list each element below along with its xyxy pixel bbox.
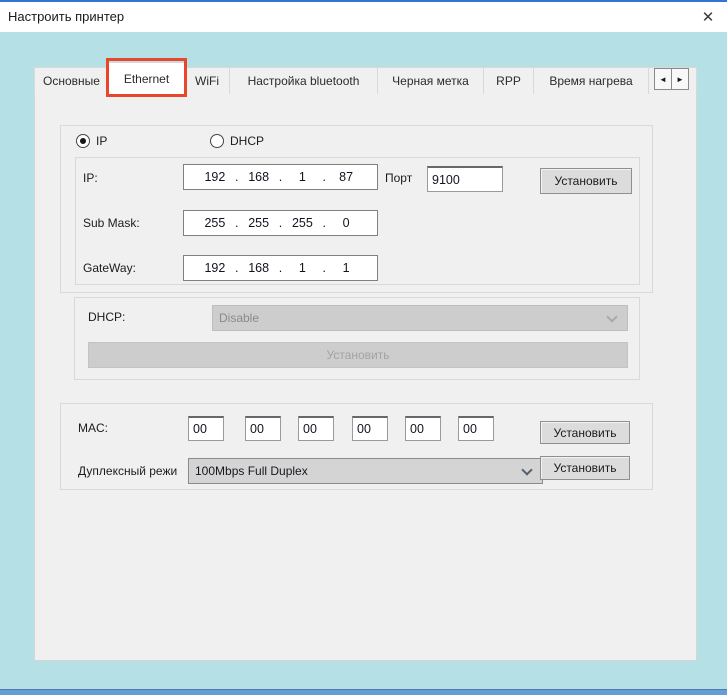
dhcp-radio-label: DHCP <box>230 134 264 148</box>
set-mac-button[interactable]: Установить <box>540 421 630 444</box>
arrow-left-icon: ◄ <box>659 75 667 84</box>
mac-byte-input-4[interactable] <box>352 416 388 441</box>
gateway-octet-3[interactable]: 1 <box>284 261 322 275</box>
submask-octet-4[interactable]: 0 <box>327 216 365 230</box>
ip-label: IP: <box>83 171 98 185</box>
ip-address-input[interactable]: 192 . 168 . 1 . 87 <box>183 164 378 190</box>
duplex-mode-label: Дуплексный режи <box>78 464 187 478</box>
tab-black-mark[interactable]: Черная метка <box>377 67 484 94</box>
dhcp-dropdown-value: Disable <box>219 311 259 325</box>
close-button[interactable]: ✕ <box>693 2 723 32</box>
chevron-down-icon <box>521 464 532 475</box>
printer-settings-dialog: Настроить принтер ✕ Основные Ethernet Wi… <box>0 0 727 695</box>
arrow-right-icon: ► <box>676 75 684 84</box>
set-dhcp-button-disabled: Установить <box>88 342 628 368</box>
submask-input[interactable]: 255 . 255 . 255 . 0 <box>183 210 378 236</box>
chevron-down-icon <box>606 311 617 322</box>
radio-selected-icon <box>76 134 90 148</box>
tab-rpp[interactable]: RPP <box>483 67 534 94</box>
tab-ethernet[interactable]: Ethernet <box>108 62 185 95</box>
close-icon: ✕ <box>702 8 715 26</box>
mac-byte-input-6[interactable] <box>458 416 494 441</box>
duplex-mode-dropdown[interactable]: 100Mbps Full Duplex <box>188 458 543 484</box>
tab-osnovnye[interactable]: Основные <box>34 67 109 94</box>
radio-unselected-icon <box>210 134 224 148</box>
dhcp-mode-radio[interactable]: DHCP <box>210 134 264 148</box>
gateway-octet-2[interactable]: 168 <box>240 261 278 275</box>
submask-label: Sub Mask: <box>83 216 140 230</box>
tab-scroll-right-button[interactable]: ► <box>671 68 689 90</box>
dhcp-label: DHCP: <box>88 310 125 324</box>
port-label: Порт <box>385 171 412 185</box>
set-ip-button[interactable]: Установить <box>540 168 632 194</box>
ip-radio-label: IP <box>96 134 107 148</box>
tab-wifi[interactable]: WiFi <box>184 67 230 94</box>
mac-byte-input-3[interactable] <box>298 416 334 441</box>
submask-octet-2[interactable]: 255 <box>240 216 278 230</box>
gateway-label: GateWay: <box>83 261 136 275</box>
ip-octet-3[interactable]: 1 <box>284 170 322 184</box>
mac-byte-input-5[interactable] <box>405 416 441 441</box>
submask-octet-1[interactable]: 255 <box>196 216 234 230</box>
gateway-octet-4[interactable]: 1 <box>327 261 365 275</box>
duplex-dropdown-value: 100Mbps Full Duplex <box>195 464 308 478</box>
mac-byte-input-2[interactable] <box>245 416 281 441</box>
window-title: Настроить принтер <box>8 2 124 32</box>
port-input[interactable] <box>427 166 503 192</box>
gateway-input[interactable]: 192 . 168 . 1 . 1 <box>183 255 378 281</box>
ip-octet-4[interactable]: 87 <box>327 170 365 184</box>
tab-heating-time[interactable]: Время нагрева <box>533 67 649 94</box>
gateway-octet-1[interactable]: 192 <box>196 261 234 275</box>
mac-byte-input-1[interactable] <box>188 416 224 441</box>
tab-scroller: ◄ ► <box>655 68 689 90</box>
ip-octet-1[interactable]: 192 <box>196 170 234 184</box>
window-bottom-border <box>0 689 727 695</box>
submask-octet-3[interactable]: 255 <box>284 216 322 230</box>
mac-label: MAC: <box>78 421 108 435</box>
ip-octet-2[interactable]: 168 <box>240 170 278 184</box>
ip-mode-radio[interactable]: IP <box>76 134 107 148</box>
dhcp-dropdown: Disable <box>212 305 628 331</box>
tab-bluetooth-settings[interactable]: Настройка bluetooth <box>229 67 378 94</box>
title-bar: Настроить принтер ✕ <box>0 2 727 32</box>
tab-scroll-left-button[interactable]: ◄ <box>654 68 672 90</box>
set-duplex-button[interactable]: Установить <box>540 456 630 480</box>
